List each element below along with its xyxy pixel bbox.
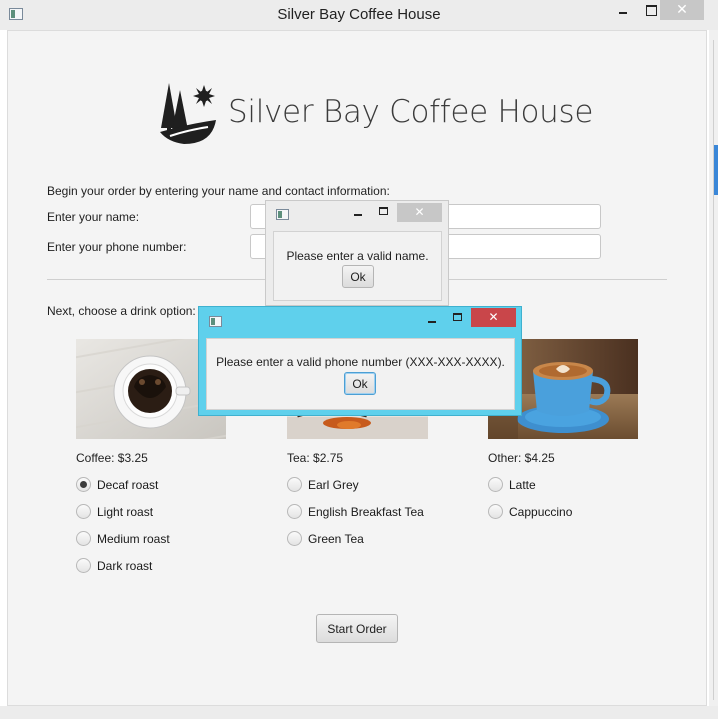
radio-label: Green Tea bbox=[308, 531, 364, 546]
main-window-titlebar[interactable]: Silver Bay Coffee House ✕ bbox=[0, 0, 718, 30]
phone-error-message: Please enter a valid phone number (XXX-X… bbox=[216, 355, 505, 369]
close-icon: ✕ bbox=[488, 310, 499, 324]
pine-trees-sun-logo-icon bbox=[160, 83, 216, 144]
radio-cappuccino[interactable]: Cappuccino bbox=[488, 504, 572, 519]
background-window-divider bbox=[713, 40, 714, 700]
start-order-button[interactable]: Start Order bbox=[316, 614, 398, 643]
dialog-close-button[interactable]: ✕ bbox=[471, 308, 516, 327]
radio-label: Cappuccino bbox=[509, 504, 573, 519]
radio-indicator[interactable] bbox=[488, 477, 503, 492]
close-icon: ✕ bbox=[414, 205, 425, 219]
radio-medium-roast[interactable]: Medium roast bbox=[76, 531, 170, 546]
close-button[interactable]: ✕ bbox=[660, 0, 704, 20]
close-icon: ✕ bbox=[676, 2, 688, 18]
radio-label: Decaf roast bbox=[97, 477, 159, 492]
radio-indicator[interactable] bbox=[76, 531, 91, 546]
name-error-dialog-titlebar[interactable]: ✕ bbox=[266, 201, 448, 222]
dialog-maximize-button[interactable] bbox=[453, 313, 462, 321]
name-label: Enter your name: bbox=[47, 210, 140, 224]
radio-decaf-roast[interactable]: Decaf roast bbox=[76, 477, 158, 492]
radio-dark-roast[interactable]: Dark roast bbox=[76, 558, 152, 573]
radio-light-roast[interactable]: Light roast bbox=[76, 504, 153, 519]
name-error-message: Please enter a valid name. bbox=[286, 249, 429, 263]
radio-selected-indicator[interactable] bbox=[76, 477, 91, 492]
radio-indicator[interactable] bbox=[287, 504, 302, 519]
form-intro: Begin your order by entering your name a… bbox=[47, 184, 390, 198]
name-error-dialog-body: Please enter a valid name. Ok bbox=[273, 231, 442, 301]
radio-label: Earl Grey bbox=[308, 477, 359, 492]
background-window-accent bbox=[714, 145, 718, 195]
radio-indicator[interactable] bbox=[76, 558, 91, 573]
radio-english-breakfast-tea[interactable]: English Breakfast Tea bbox=[287, 504, 424, 519]
phone-label: Enter your phone number: bbox=[47, 240, 187, 254]
brand-logo: Silver Bay Coffee House bbox=[158, 80, 593, 148]
dialog-app-icon bbox=[276, 209, 289, 220]
window-bottom-border bbox=[0, 706, 718, 719]
name-error-ok-button[interactable]: Ok bbox=[342, 265, 374, 288]
radio-indicator[interactable] bbox=[488, 504, 503, 519]
radio-indicator[interactable] bbox=[287, 477, 302, 492]
phone-error-dialog-body: Please enter a valid phone number (XXX-X… bbox=[206, 338, 515, 410]
radio-indicator[interactable] bbox=[76, 504, 91, 519]
phone-error-dialog-titlebar[interactable]: ✕ bbox=[199, 307, 521, 331]
dialog-app-icon bbox=[209, 316, 222, 327]
radio-earl-grey[interactable]: Earl Grey bbox=[287, 477, 359, 492]
radio-green-tea[interactable]: Green Tea bbox=[287, 531, 364, 546]
phone-error-dialog: ✕ Please enter a valid phone number (XXX… bbox=[198, 306, 522, 416]
dialog-maximize-button[interactable] bbox=[379, 207, 388, 215]
dialog-minimize-button[interactable] bbox=[428, 321, 436, 323]
coffee-price-label: Coffee: $3.25 bbox=[76, 451, 148, 465]
dialog-close-button[interactable]: ✕ bbox=[397, 203, 442, 222]
other-price-label: Other: $4.25 bbox=[488, 451, 555, 465]
radio-label: English Breakfast Tea bbox=[308, 504, 424, 519]
drink-prompt: Next, choose a drink option: bbox=[47, 304, 196, 318]
radio-label: Latte bbox=[509, 477, 536, 492]
radio-label: Dark roast bbox=[97, 558, 153, 573]
radio-label: Medium roast bbox=[97, 531, 170, 546]
dialog-minimize-button[interactable] bbox=[354, 214, 362, 216]
tea-price-label: Tea: $2.75 bbox=[287, 451, 344, 465]
radio-label: Light roast bbox=[97, 504, 154, 519]
name-error-dialog: ✕ Please enter a valid name. Ok bbox=[265, 200, 449, 306]
radio-latte[interactable]: Latte bbox=[488, 477, 536, 492]
brand-name: Silver Bay Coffee House bbox=[228, 94, 594, 130]
radio-indicator[interactable] bbox=[287, 531, 302, 546]
phone-error-ok-button[interactable]: Ok bbox=[344, 372, 376, 395]
minimize-button[interactable] bbox=[608, 0, 638, 20]
